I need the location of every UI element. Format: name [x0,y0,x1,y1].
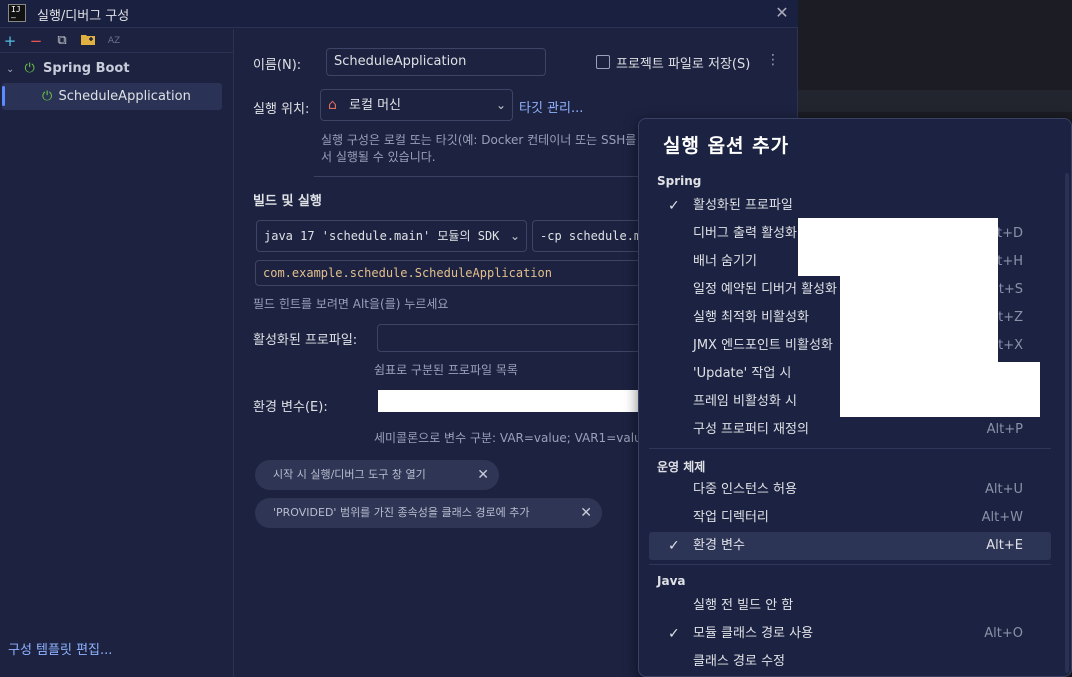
option-modify-classpath[interactable]: 클래스 경로 수정 [649,648,1051,676]
option-shortcut: Alt+E [986,538,1023,553]
option-label: 프레임 비활성화 시 [693,394,797,409]
manage-targets-link[interactable]: 타깃 관리... [519,97,583,116]
option-label: 모듈 클래스 경로 사용 [693,626,814,641]
check-icon: ✓ [668,626,680,642]
sdk-value: java 17 'schedule.main' 모듈의 SDK [264,229,500,243]
new-folder-icon[interactable] [78,31,98,51]
option-shortcut: Alt+U [984,482,1023,497]
chip-label: 'PROVIDED' 범위를 가진 종속성을 클래스 경로에 추가 [273,506,530,519]
sdk-select[interactable]: java 17 'schedule.main' 모듈의 SDK ⌄ [256,220,527,252]
option-label: 활성화된 프로파일 [693,198,793,213]
spring-power-icon: ⏻ [42,89,53,104]
option-label: 다중 인스턴스 허용 [693,482,797,497]
tree-group-label: Spring Boot [42,61,130,76]
option-chip-open-tool-window[interactable]: 시작 시 실행/디버그 도구 창 열기 ✕ [255,460,499,490]
run-on-hint-line1: 실행 구성은 로컬 또는 타깃(예: Docker 컨테이너 또는 SSH를 [321,133,637,147]
tree-item-label: ScheduleApplication [58,89,191,104]
option-use-module-classpath[interactable]: ✓ 모듈 클래스 경로 사용 Alt+O [649,620,1051,648]
build-run-section-title: 빌드 및 실행 [253,194,322,209]
profiles-label: 활성화된 프로파일: [253,333,358,348]
store-as-file-checkbox[interactable] [596,55,610,69]
editor-line [798,90,1072,112]
add-icon[interactable]: + [0,31,20,51]
env-vars-input[interactable] [378,390,646,412]
run-on-hint-line2: 서 실행될 수 있습니다. [321,150,436,164]
chevron-down-icon: ⌄ [509,229,520,243]
chevron-down-icon: ⌄ [495,98,506,112]
option-label: 작업 디렉터리 [693,510,769,525]
name-label: 이름(N): [253,58,302,73]
option-label: 클래스 경로 수정 [693,654,785,669]
selection-marker [2,86,5,106]
group-operating-system: 운영 체제 [657,460,706,474]
option-label: 구성 프로퍼티 재정의 [693,422,809,437]
tree-group-spring-boot[interactable]: ⌄ ⏻ Spring Boot [6,56,226,82]
popup-scrollbar[interactable] [1065,173,1069,673]
option-label: 실행 전 빌드 안 함 [693,598,794,613]
chip-label: 시작 시 실행/디버그 도구 창 열기 [273,468,426,481]
close-icon[interactable]: ✕ [580,498,592,528]
option-label: 환경 변수 [693,538,745,553]
profiles-hint: 쉼표로 구분된 프로파일 목록 [374,363,518,377]
option-shortcut: Alt+P [986,422,1023,437]
chevron-down-icon[interactable]: ⌄ [6,64,14,75]
more-options-icon[interactable]: ⋮ [766,52,780,68]
option-label: 실행 최적화 비활성화 [693,310,809,325]
group-java: Java [657,574,686,588]
redaction-box [840,276,998,362]
redaction-box [840,362,1040,417]
run-on-select[interactable]: ⌂ 로컬 머신 ⌄ [320,89,513,121]
option-environment-variables[interactable]: ✓ 환경 변수 Alt+E [649,532,1051,560]
option-working-directory[interactable]: 작업 디렉터리 Alt+W [649,504,1051,532]
section-divider [314,176,644,177]
run-on-value: 로컬 머신 [349,98,402,113]
edit-templates-link[interactable]: 구성 템플릿 편집... [8,639,112,658]
option-label: 배너 숨기기 [693,254,757,269]
option-override-config-properties[interactable]: 구성 프로퍼티 재정의 Alt+P [649,416,1051,444]
local-machine-icon: ⌂ [328,97,337,113]
group-separator [649,564,1051,565]
option-shortcut: Alt+O [984,626,1023,641]
spring-power-icon: ⏻ [24,61,35,76]
field-hint: 필드 힌트를 보려면 Alt을(를) 누르세요 [253,297,449,311]
remove-icon[interactable]: − [26,31,46,51]
config-tree-panel [0,29,234,677]
group-separator [649,448,1051,449]
tree-item-schedule-application[interactable]: ⏻ ScheduleApplication [42,84,220,110]
sort-icon[interactable]: AZ [104,31,124,51]
option-label: JMX 엔드포인트 비활성화 [693,338,833,353]
store-as-file-label: 프로젝트 파일로 저장(S) [616,57,751,72]
option-shortcut: Alt+W [981,510,1023,525]
copy-icon[interactable]: ⧉ [52,31,72,51]
tree-toolbar: + − ⧉ AZ [0,29,234,53]
main-class-input[interactable]: com.example.schedule.ScheduleApplication [255,260,647,286]
env-vars-hint: 세미콜론으로 변수 구분: VAR=value; VAR1=value [374,431,650,445]
env-vars-label: 환경 변수(E): [253,400,328,415]
option-label: 디버그 출력 활성화 [693,226,797,241]
option-active-profiles[interactable]: ✓ 활성화된 프로파일 [649,192,1051,220]
option-allow-multiple-instances[interactable]: 다중 인스턴스 허용 Alt+U [649,476,1051,504]
close-icon[interactable]: ✕ [477,460,489,490]
profiles-input[interactable] [377,324,647,352]
option-chip-provided-scope[interactable]: 'PROVIDED' 범위를 가진 종속성을 클래스 경로에 추가 ✕ [255,498,602,528]
option-label: 'Update' 작업 시 [693,366,792,381]
close-button[interactable]: ✕ [772,3,792,23]
intellij-logo-icon: IJ — [8,4,26,22]
run-on-label: 실행 위치: [253,102,310,117]
dialog-title: 실행/디버그 구성 [37,9,130,24]
option-label: 일정 예약된 디버거 활성화 [693,282,837,297]
classpath-select[interactable]: -cp schedule.m [532,220,647,252]
popup-title: 실행 옵션 추가 [663,135,790,157]
check-icon: ✓ [668,538,680,554]
name-input[interactable]: ScheduleApplication [326,48,546,76]
option-do-not-build-before-run[interactable]: 실행 전 빌드 안 함 [649,592,1051,620]
redaction-box [798,218,998,276]
check-icon: ✓ [668,198,680,214]
group-spring: Spring [657,174,702,188]
